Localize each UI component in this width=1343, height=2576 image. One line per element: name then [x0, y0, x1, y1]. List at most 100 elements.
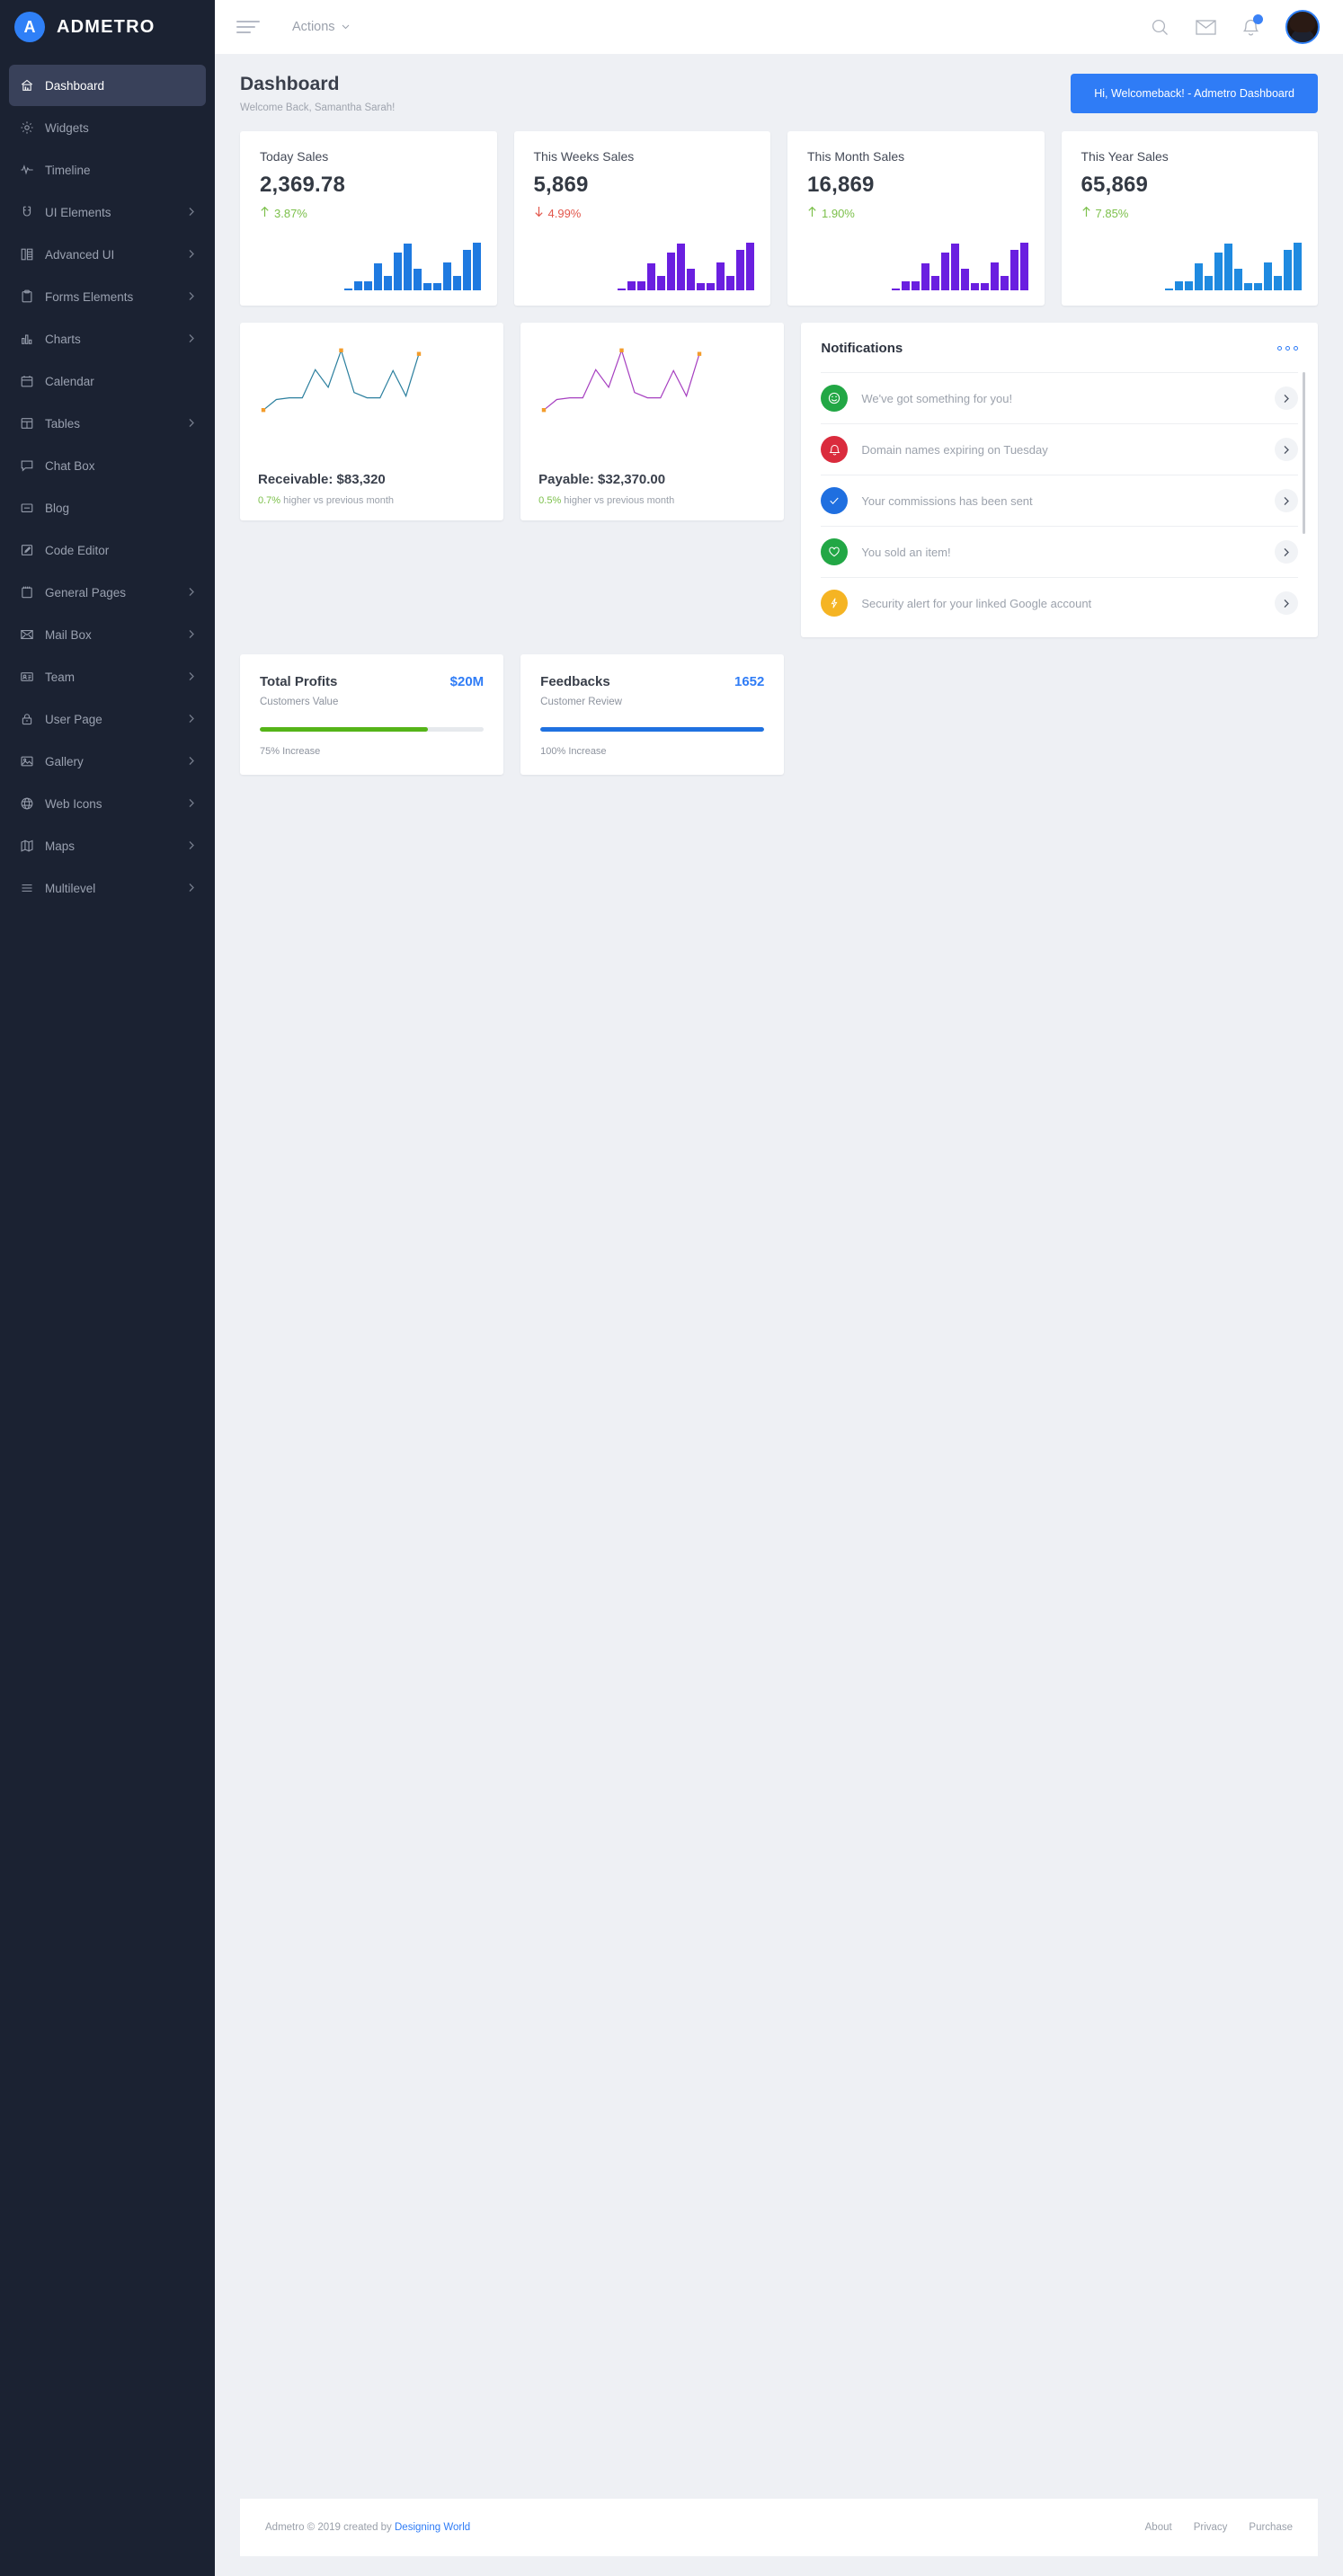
- pulse-icon: [20, 163, 45, 177]
- stat-title: This Weeks Sales: [533, 149, 635, 164]
- bell-icon[interactable]: [1242, 13, 1263, 37]
- sidebar-item-label: Charts: [45, 332, 81, 346]
- main-area: Actions Dashboard Welcome Back, Samantha…: [215, 0, 1343, 2576]
- bottom-row: Total Profits $20M Customers Value 75% I…: [240, 654, 1318, 775]
- sidebar-item-forms-elements[interactable]: Forms Elements: [9, 276, 206, 317]
- search-icon[interactable]: [1151, 18, 1170, 37]
- sidebar-item-maps[interactable]: Maps: [9, 825, 206, 866]
- receivable-sub-text: higher vs previous month: [280, 495, 395, 506]
- notification-open-button[interactable]: [1275, 591, 1298, 615]
- welcome-button[interactable]: Hi, Welcomeback! - Admetro Dashboard: [1071, 74, 1318, 113]
- notifications-more-icon[interactable]: [1277, 346, 1298, 351]
- magnet-icon: [20, 205, 45, 219]
- receivable-subtitle: 0.7% higher vs previous month: [258, 495, 485, 506]
- page-header: Dashboard Welcome Back, Samantha Sarah! …: [240, 74, 1318, 113]
- notification-row[interactable]: We've got something for you!: [821, 372, 1298, 423]
- chevron-right-icon: [188, 586, 195, 600]
- notification-open-button[interactable]: [1275, 540, 1298, 564]
- notification-row[interactable]: Domain names expiring on Tuesday: [821, 423, 1298, 475]
- arrow-up-icon: [807, 206, 817, 220]
- feedbacks-progress-fill: [540, 727, 765, 732]
- notification-open-button[interactable]: [1275, 489, 1298, 512]
- stat-delta: 3.87%: [260, 206, 477, 220]
- total-profits-card: Total Profits $20M Customers Value 75% I…: [240, 654, 504, 775]
- stat-delta-value: 3.87%: [274, 206, 307, 220]
- sidebar-item-label: Blog: [45, 501, 70, 515]
- chevron-right-icon: [188, 671, 195, 684]
- gear-icon: [20, 120, 45, 135]
- sidebar-item-label: Calendar: [45, 374, 94, 388]
- notifications-list: We've got something for you! Domain names…: [821, 372, 1305, 628]
- payable-title: Payable: $32,370.00: [538, 472, 666, 487]
- notification-row[interactable]: Security alert for your linked Google ac…: [821, 577, 1298, 628]
- arrow-down-icon: [534, 206, 544, 220]
- footer-copyright-text: Admetro © 2019 created by: [265, 2522, 395, 2533]
- menu-toggle-icon[interactable]: [236, 17, 260, 38]
- stat-card: This Month Sales 16,869 1.90%: [787, 131, 1045, 306]
- receivable-title: Receivable: $83,320: [258, 472, 386, 487]
- footer-copyright: Admetro © 2019 created by Designing Worl…: [265, 2522, 470, 2533]
- notification-text: You sold an item!: [861, 545, 951, 559]
- footer-author-link[interactable]: Designing World: [395, 2522, 470, 2533]
- avatar[interactable]: [1285, 10, 1320, 44]
- sidebar-item-dashboard[interactable]: Dashboard: [9, 65, 206, 106]
- notification-open-button[interactable]: [1275, 386, 1298, 410]
- mail-icon[interactable]: [1196, 19, 1216, 36]
- sidebar-item-mail-box[interactable]: Mail Box: [9, 614, 206, 655]
- stat-bar-chart: [343, 238, 481, 290]
- sidebar-item-gallery[interactable]: Gallery: [9, 741, 206, 782]
- sidebar-item-multilevel[interactable]: Multilevel: [9, 867, 206, 909]
- payable-card: Payable: $32,370.00 0.5% higher vs previ…: [520, 323, 785, 520]
- footer-link[interactable]: Purchase: [1249, 2522, 1293, 2533]
- footer-link[interactable]: About: [1145, 2522, 1172, 2533]
- sidebar-item-tables[interactable]: Tables: [9, 403, 206, 444]
- sidebar-item-web-icons[interactable]: Web Icons: [9, 783, 206, 824]
- sidebar-item-general-pages[interactable]: General Pages: [9, 572, 206, 613]
- sidebar-item-ui-elements[interactable]: UI Elements: [9, 191, 206, 233]
- notification-text: Security alert for your linked Google ac…: [861, 596, 1092, 610]
- footer: Admetro © 2019 created by Designing Worl…: [240, 2499, 1318, 2556]
- chevron-right-icon: [188, 882, 195, 895]
- sidebar-item-code-editor[interactable]: Code Editor: [9, 529, 206, 571]
- sidebar: A ADMETRO Dashboard Widgets Timeline UI Ele…: [0, 0, 215, 2576]
- stat-delta: 7.85%: [1081, 206, 1299, 220]
- columns-icon: [20, 247, 45, 262]
- brand[interactable]: A ADMETRO: [0, 0, 215, 54]
- notebook-icon: [20, 585, 45, 600]
- total-profits-note: 75% Increase: [260, 746, 321, 757]
- page-title: Dashboard: [240, 74, 340, 94]
- sidebar-item-team[interactable]: Team: [9, 656, 206, 697]
- sidebar-item-label: Timeline: [45, 163, 91, 177]
- stat-card: This Weeks Sales 5,869 4.99%: [513, 131, 770, 306]
- sidebar-item-charts[interactable]: Charts: [9, 318, 206, 360]
- stat-value: 16,869: [807, 173, 875, 197]
- notifications-header: Notifications: [821, 341, 1298, 372]
- sidebar-item-calendar[interactable]: Calendar: [9, 360, 206, 402]
- footer-link[interactable]: Privacy: [1194, 2522, 1228, 2533]
- check-icon: [821, 487, 849, 514]
- stat-bar-chart: [1165, 238, 1302, 290]
- sidebar-item-user-page[interactable]: User Page: [9, 698, 206, 740]
- sidebar-item-label: Chat Box: [45, 458, 95, 473]
- sidebar-item-label: Advanced UI: [45, 247, 115, 262]
- bell-badge: [1253, 13, 1263, 24]
- sidebar-item-widgets[interactable]: Widgets: [9, 107, 206, 148]
- actions-dropdown[interactable]: Actions: [292, 20, 350, 34]
- app-root: A ADMETRO Dashboard Widgets Timeline UI Ele…: [0, 0, 1343, 2576]
- topbar-actions: [1151, 10, 1320, 44]
- notification-row[interactable]: Your commissions has been sent: [821, 475, 1298, 526]
- notification-row[interactable]: You sold an item!: [821, 526, 1298, 577]
- sidebar-item-label: Code Editor: [45, 543, 110, 557]
- footer-wrapper: Admetro © 2019 created by Designing Worl…: [215, 2499, 1343, 2576]
- sidebar-item-advanced-ui[interactable]: Advanced UI: [9, 234, 206, 275]
- stat-delta: 1.90%: [807, 206, 1025, 220]
- sidebar-item-timeline[interactable]: Timeline: [9, 149, 206, 191]
- notifications-scrollbar[interactable]: [1303, 372, 1305, 534]
- sidebar-item-blog[interactable]: Blog: [9, 487, 206, 529]
- heart-icon: [821, 538, 849, 565]
- stat-card: Today Sales 2,369.78 3.87%: [240, 131, 497, 306]
- sidebar-item-chat-box[interactable]: Chat Box: [9, 445, 206, 486]
- stat-delta-value: 1.90%: [822, 206, 855, 220]
- sidebar-item-label: Dashboard: [45, 78, 105, 93]
- notification-open-button[interactable]: [1275, 438, 1298, 461]
